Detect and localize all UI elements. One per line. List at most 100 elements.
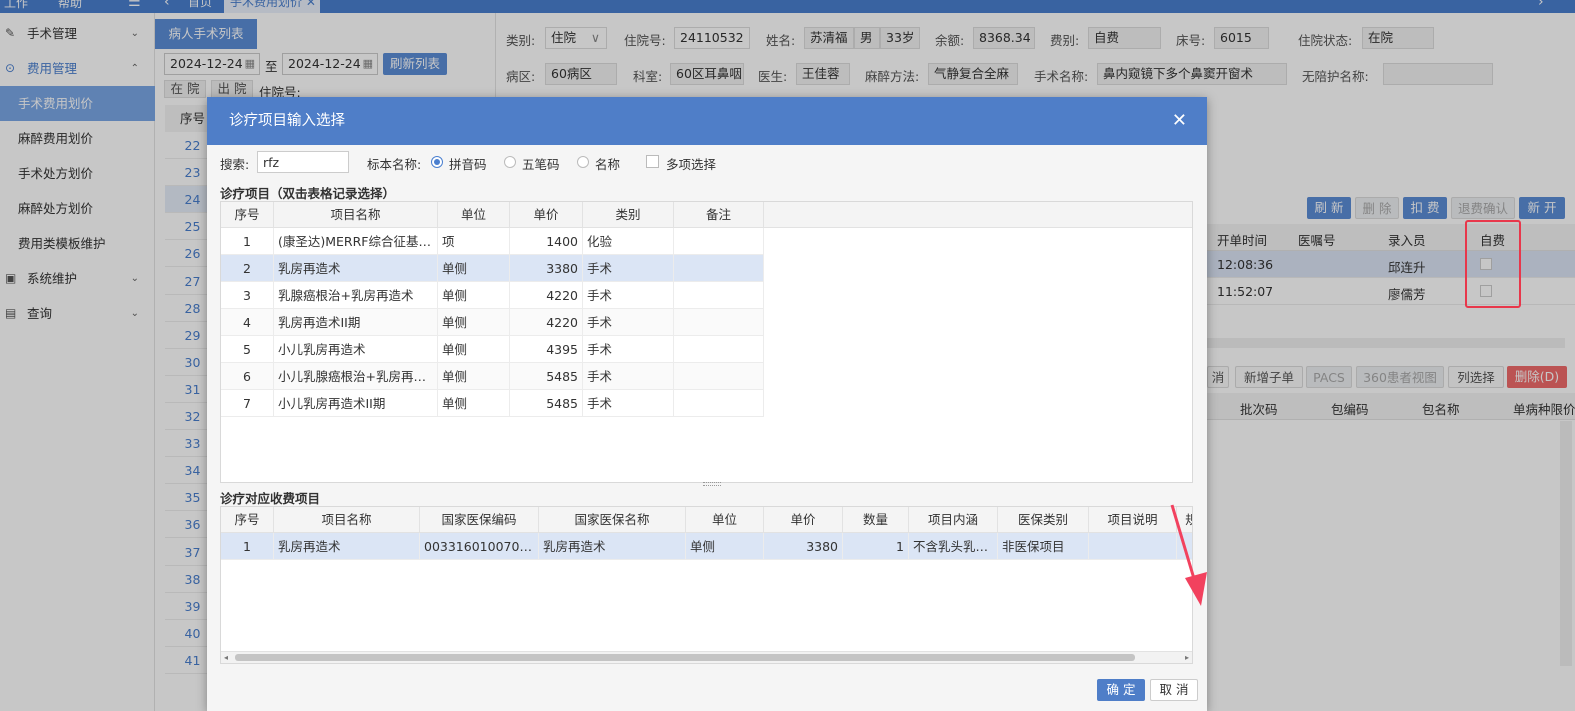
splitter-handle[interactable] [703,482,721,486]
fee-col-desc: 项目说明 [1089,507,1177,533]
confirm-button[interactable]: 确 定 [1097,679,1145,701]
items-col-cat: 类别 [583,202,674,228]
items-col-unit: 单位 [438,202,510,228]
cell-cat: 化验 [583,228,674,255]
cell-name: 乳腺癌根治+乳房再造术 [274,282,438,309]
cell-seq: 2 [221,255,274,282]
cell-note [674,282,764,309]
cell-name: 小儿乳腺癌根治+乳房再造术 [274,363,438,390]
table-row[interactable]: 1(康圣达)MERRF综合征基因检测项1400化验 [221,228,764,255]
cell-name: 乳房再造术 [274,533,420,560]
cell-price: 5485 [510,363,583,390]
name-radio[interactable] [577,156,589,168]
section-items-title: 诊疗项目（双击表格记录选择） [220,186,396,201]
cell-name: 小儿乳房再造术II期 [274,390,438,417]
fee-col-ins_type: 医保类别 [998,507,1089,533]
cell-name: (康圣达)MERRF综合征基因检测 [274,228,438,255]
scroll-right-icon[interactable]: ▸ [1185,652,1189,663]
search-input[interactable] [257,151,349,173]
cell-seq: 4 [221,309,274,336]
cell-name: 小儿乳房再造术 [274,336,438,363]
pinyin-radio[interactable] [431,156,443,168]
items-header-filler [764,202,1192,228]
cell-content: 不含乳头乳晕再造 [909,533,998,560]
cell-price: 3380 [764,533,843,560]
cell-qty: 1 [843,533,909,560]
cell-note [674,363,764,390]
cell-name: 乳房再造术II期 [274,309,438,336]
fee-col-unit: 单位 [686,507,764,533]
fee-col-name: 项目名称 [274,507,420,533]
cell-cat: 手术 [583,390,674,417]
cell-note [674,228,764,255]
cell-unit: 单侧 [438,282,510,309]
cancel-button[interactable]: 取 消 [1150,679,1198,701]
cell-cat: 手术 [583,282,674,309]
cell-seq: 1 [221,533,274,560]
cell-seq: 1 [221,228,274,255]
fee-col-seq: 序号 [221,507,274,533]
items-col-seq: 序号 [221,202,274,228]
cell-unit: 单侧 [438,390,510,417]
cell-cat: 手术 [583,255,674,282]
cell-price: 3380 [510,255,583,282]
scrollbar-thumb[interactable] [235,654,1135,661]
cell-unit: 单侧 [686,533,764,560]
close-icon[interactable]: ✕ [1172,97,1187,145]
highlight-self-pay-box [1465,220,1521,308]
specimen-name-label: 标本名称: [367,157,422,172]
cell-unit: 单侧 [438,309,510,336]
search-label: 搜索: [220,157,250,172]
multi-select-checkbox[interactable] [646,155,659,168]
fee-items-table: 序号项目名称国家医保编码国家医保名称单位单价数量项目内涵医保类别项目说明规1乳房… [220,506,1193,664]
cell-note [674,255,764,282]
cell-note [674,309,764,336]
cell-unit: 单侧 [438,363,510,390]
cell-price: 5485 [510,390,583,417]
item-select-dialog: 诊疗项目输入选择 ✕ 搜索: 标本名称: 拼音码 五笔码 名称 多项选择 诊疗项… [207,97,1207,711]
table-row[interactable]: 4 乳房再造术II期 单侧 4220 手术 [221,309,764,336]
items-col-name: 项目名称 [274,202,438,228]
items-table: 序号项目名称单位单价类别备注1(康圣达)MERRF综合征基因检测项1400化验2… [220,201,1193,483]
table-row[interactable]: 2 乳房再造术 单侧 3380 手术 [221,255,764,282]
cell-unit: 项 [438,228,510,255]
cell-seq: 6 [221,363,274,390]
table-row[interactable]: 5 小儿乳房再造术 单侧 4395 手术 [221,336,764,363]
cell-price: 4395 [510,336,583,363]
table-row[interactable]: 6 小儿乳腺癌根治+乳房再造术 单侧 5485 手术 [221,363,764,390]
table-row[interactable]: 3 乳腺癌根治+乳房再造术 单侧 4220 手术 [221,282,764,309]
cell-seq: 3 [221,282,274,309]
items-col-price: 单价 [510,202,583,228]
fee-col-code: 国家医保编码 [420,507,539,533]
cell-price: 1400 [510,228,583,255]
cell-price: 4220 [510,282,583,309]
cell-note [674,336,764,363]
fee-col-content: 项目内涵 [909,507,998,533]
wubi-radio[interactable] [504,156,516,168]
fee-col-price: 单价 [764,507,843,533]
section-fee-items-title: 诊疗对应收费项目 [220,491,321,506]
table-row[interactable]: 1乳房再造术003316010070000乳房再造术单侧33801不含乳头乳晕再… [221,533,1192,560]
cell-cat: 手术 [583,336,674,363]
scroll-left-icon[interactable]: ◂ [224,652,228,663]
cell-desc [1089,533,1177,560]
cell-seq: 5 [221,336,274,363]
cell-code: 003316010070000 [420,533,539,560]
cell-ins_name: 乳房再造术 [539,533,686,560]
dialog-title: 诊疗项目输入选择 [207,97,1207,145]
annotation-arrow-icon [1170,504,1207,606]
cell-cat: 手术 [583,309,674,336]
cell-cat: 手术 [583,363,674,390]
items-col-note: 备注 [674,202,764,228]
cell-unit: 单侧 [438,336,510,363]
cell-price: 4220 [510,309,583,336]
cell-ins_type: 非医保项目 [998,533,1089,560]
table-row[interactable]: 7 小儿乳房再造术II期 单侧 5485 手术 [221,390,764,417]
cell-unit: 单侧 [438,255,510,282]
cell-note [674,390,764,417]
cell-seq: 7 [221,390,274,417]
cell-name: 乳房再造术 [274,255,438,282]
fee-col-ins_name: 国家医保名称 [539,507,686,533]
fee-col-qty: 数量 [843,507,909,533]
horizontal-scrollbar[interactable]: ◂ ▸ [221,651,1192,663]
